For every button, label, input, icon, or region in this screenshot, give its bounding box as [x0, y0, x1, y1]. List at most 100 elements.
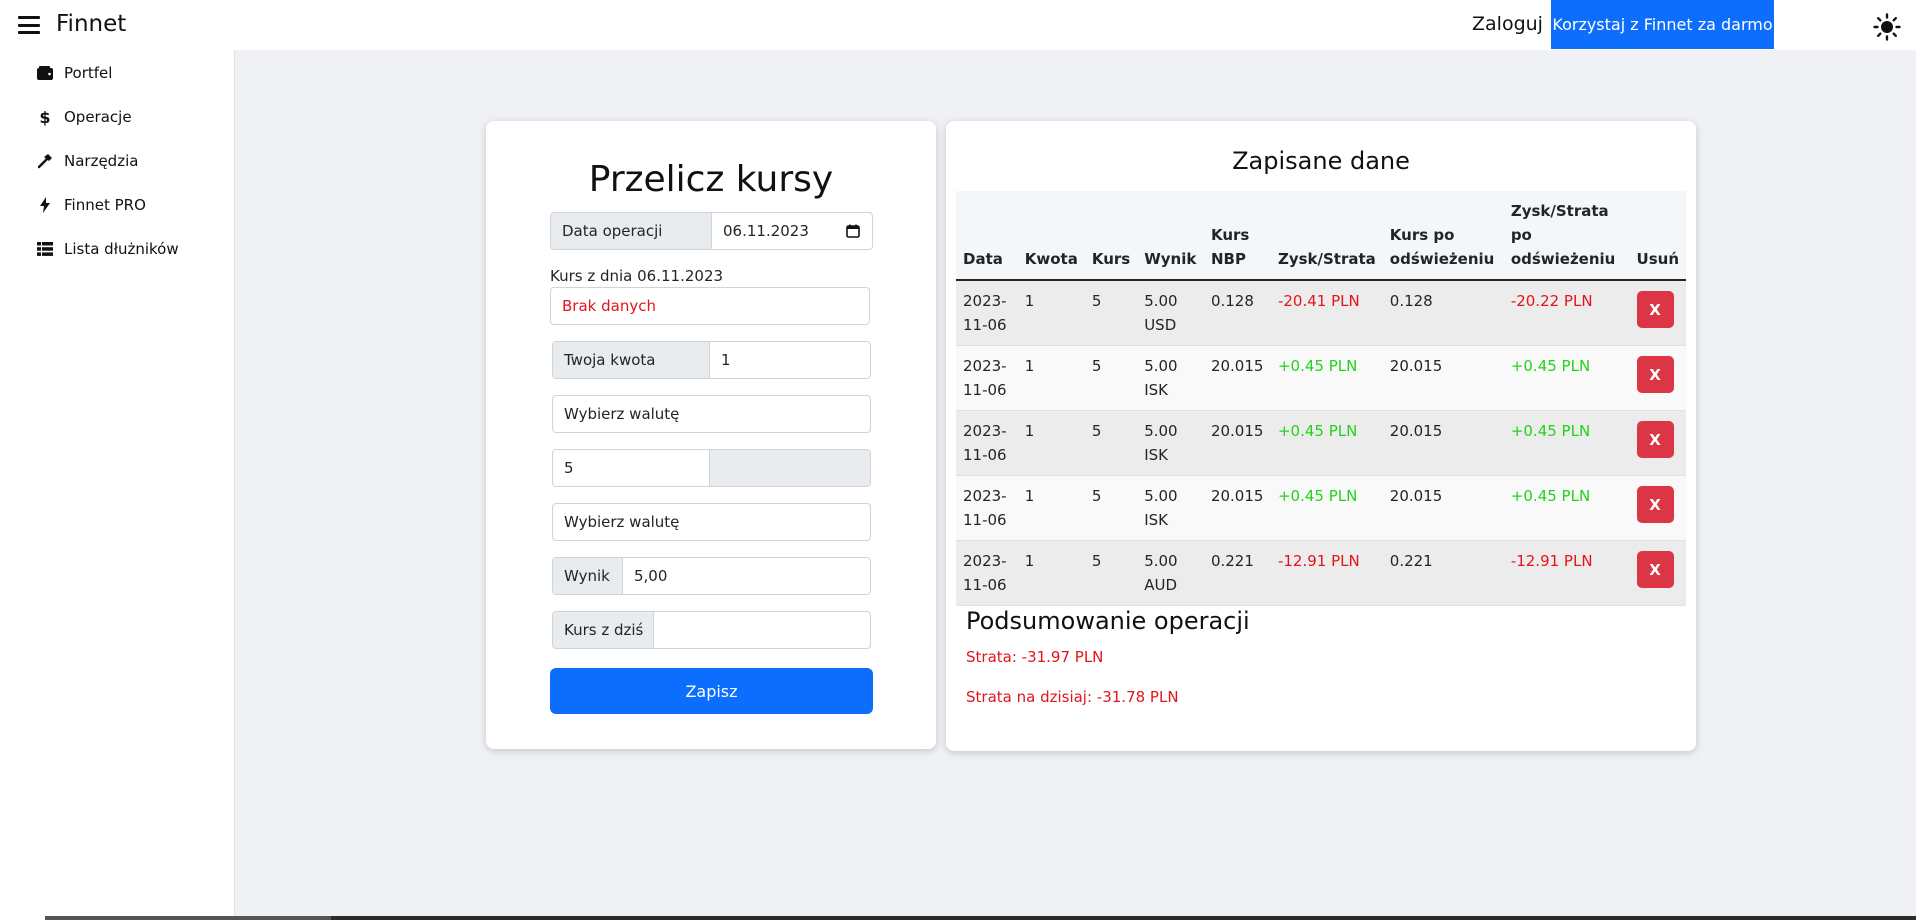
currency-select-from[interactable]: Wybierz walutę: [552, 395, 871, 433]
table-row: 2023-11-06 1 5 5.00 ISK 20.015 +0.45 PLN…: [956, 475, 1686, 541]
sidebar: Portfel $ Operacje Narzędzia Finnet PRO …: [0, 50, 235, 920]
cell-amount: 1: [1017, 345, 1085, 411]
cell-delete: X: [1629, 280, 1686, 346]
sidebar-item-operacje[interactable]: $ Operacje: [36, 103, 132, 131]
cell-result: 5.00 AUD: [1137, 540, 1204, 606]
sidebar-item-finnet-pro[interactable]: Finnet PRO: [36, 191, 146, 219]
cell-profit-loss-refreshed: +0.45 PLN: [1503, 410, 1630, 476]
cell-rate: 5: [1084, 345, 1138, 411]
rate-input[interactable]: 5: [553, 450, 710, 486]
rate-field: Brak danych: [550, 287, 870, 325]
result-input[interactable]: 5,00: [623, 558, 870, 594]
cell-date: 2023-11-06: [956, 280, 1018, 346]
dollar-icon: $: [39, 107, 51, 127]
sun-icon[interactable]: [1873, 13, 1901, 41]
cell-delete: X: [1629, 540, 1686, 606]
delete-button[interactable]: X: [1636, 291, 1674, 328]
cell-date: 2023-11-06: [956, 475, 1018, 541]
cell-profit-loss: +0.45 PLN: [1270, 475, 1383, 541]
today-rate-field[interactable]: Kurs z dziś: [552, 611, 871, 649]
date-label: Data operacji: [551, 213, 712, 249]
amount-input[interactable]: 1: [710, 342, 870, 378]
bottom-divider: [45, 916, 331, 920]
currency-select-from-value: Wybierz walutę: [564, 405, 680, 423]
column-header: Kurs po odświeżeniu: [1382, 191, 1504, 281]
converter-title: Przelicz kursy: [588, 159, 834, 200]
rate-caption: Kurs z dnia 06.11.2023: [550, 267, 724, 285]
table-row: 2023-11-06 1 5 5.00 USD 0.128 -20.41 PLN…: [956, 280, 1686, 346]
list-icon: [36, 240, 54, 258]
cell-amount: 1: [1017, 280, 1085, 346]
delete-button[interactable]: X: [1636, 486, 1674, 523]
column-header: Kurs NBP: [1203, 191, 1271, 281]
converter-card: Przelicz kursy Data operacji 06.11.2023 …: [486, 121, 936, 749]
delete-button[interactable]: X: [1636, 551, 1674, 588]
saved-data-card: Zapisane dane Data Kwota Kurs Wynik Kurs…: [946, 121, 1696, 751]
cell-nbp: 20.015: [1203, 410, 1271, 476]
calendar-icon[interactable]: [846, 224, 860, 238]
cell-nbp: 20.015: [1203, 345, 1271, 411]
cell-profit-loss-refreshed: -12.91 PLN: [1503, 540, 1630, 606]
delete-button[interactable]: X: [1636, 356, 1674, 393]
saved-data-title: Zapisane dane: [1232, 147, 1410, 175]
cell-delete: X: [1629, 345, 1686, 411]
today-rate-input[interactable]: [654, 612, 870, 648]
login-link[interactable]: Zaloguj: [1472, 13, 1543, 35]
cell-profit-loss-refreshed: +0.45 PLN: [1503, 475, 1630, 541]
sidebar-item-narzedzia[interactable]: Narzędzia: [36, 147, 138, 175]
sidebar-item-lista-dluznikow[interactable]: Lista dłużników: [36, 235, 179, 263]
cell-delete: X: [1629, 475, 1686, 541]
cell-profit-loss: -12.91 PLN: [1270, 540, 1383, 606]
currency-select-to-value: Wybierz walutę: [564, 513, 680, 531]
column-header: Data: [956, 191, 1018, 281]
cell-rate: 5: [1084, 280, 1138, 346]
rate-input-secondary: [710, 450, 870, 486]
date-field[interactable]: Data operacji 06.11.2023: [550, 212, 873, 250]
wallet-icon: [36, 64, 54, 82]
cell-amount: 1: [1017, 475, 1085, 541]
cell-profit-loss: -20.41 PLN: [1270, 280, 1383, 346]
save-button[interactable]: Zapisz: [550, 668, 873, 714]
sidebar-item-label: Lista dłużników: [64, 240, 179, 258]
column-header: Usuń: [1629, 191, 1686, 281]
cell-amount: 1: [1017, 540, 1085, 606]
cell-refreshed-rate: 20.015: [1382, 410, 1504, 476]
currency-select-to[interactable]: Wybierz walutę: [552, 503, 871, 541]
cell-profit-loss-refreshed: +0.45 PLN: [1503, 345, 1630, 411]
cell-profit-loss: +0.45 PLN: [1270, 345, 1383, 411]
sidebar-item-label: Portfel: [64, 64, 113, 82]
cell-rate: 5: [1084, 475, 1138, 541]
brand-logo[interactable]: Finnet: [56, 11, 126, 37]
saved-data-table: Data Kwota Kurs Wynik Kurs NBP Zysk/Stra…: [956, 191, 1686, 606]
cell-result: 5.00 USD: [1137, 280, 1204, 346]
column-header: Zysk/Strata po odświeżeniu: [1503, 191, 1630, 281]
delete-button[interactable]: X: [1636, 421, 1674, 458]
cell-date: 2023-11-06: [956, 345, 1018, 411]
cell-rate: 5: [1084, 410, 1138, 476]
cell-delete: X: [1629, 410, 1686, 476]
date-input[interactable]: 06.11.2023: [712, 213, 872, 249]
hammer-icon: [36, 152, 54, 170]
result-field[interactable]: Wynik 5,00: [552, 557, 871, 595]
summary-loss: Strata: -31.97 PLN: [966, 648, 1104, 666]
table-row: 2023-11-06 1 5 5.00 ISK 20.015 +0.45 PLN…: [956, 345, 1686, 411]
cell-refreshed-rate: 0.221: [1382, 540, 1504, 606]
amount-label: Twoja kwota: [553, 342, 710, 378]
sidebar-item-label: Operacje: [64, 108, 132, 126]
cell-result: 5.00 ISK: [1137, 410, 1204, 476]
signup-button[interactable]: Korzystaj z Finnet za darmo: [1551, 0, 1774, 49]
lightning-icon: [36, 196, 54, 214]
amount-field[interactable]: Twoja kwota 1: [552, 341, 871, 379]
rate-input-group[interactable]: 5: [552, 449, 871, 487]
result-label: Wynik: [553, 558, 623, 594]
column-header: Wynik: [1137, 191, 1204, 281]
cell-amount: 1: [1017, 410, 1085, 476]
bottom-divider: [331, 916, 1916, 920]
sidebar-item-portfel[interactable]: Portfel: [36, 59, 112, 87]
cell-date: 2023-11-06: [956, 410, 1018, 476]
cell-refreshed-rate: 20.015: [1382, 475, 1504, 541]
table-row: 2023-11-06 1 5 5.00 AUD 0.221 -12.91 PLN…: [956, 540, 1686, 606]
menu-icon[interactable]: [18, 16, 40, 34]
column-header: Kurs: [1084, 191, 1138, 281]
top-navbar: Finnet Zaloguj Korzystaj z Finnet za dar…: [0, 0, 1916, 50]
